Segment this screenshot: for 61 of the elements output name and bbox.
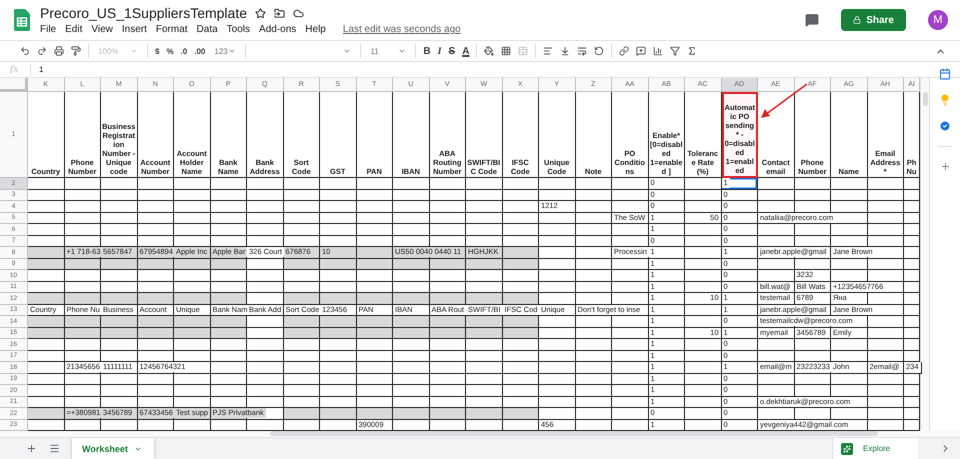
formula-label: fx [10,64,20,74]
paint-format-icon[interactable] [71,46,81,56]
menu-item[interactable]: Edit [65,24,82,35]
align-icon[interactable] [543,46,554,56]
decrease-decimal-button[interactable]: .0 [180,46,188,56]
folder-icon[interactable] [274,8,285,18]
font-size-dropdown[interactable]: 11 [368,43,408,59]
chart-icon[interactable] [653,46,664,56]
explore-button[interactable]: Explore [832,438,918,459]
calendar-icon[interactable] [939,68,951,80]
link-icon[interactable] [619,46,630,56]
caret-icon [130,47,138,55]
share-button[interactable]: Share [841,9,906,31]
scrollbar-thumb[interactable] [922,92,928,106]
percent-format-button[interactable]: % [166,46,174,56]
avatar[interactable]: M [928,10,948,30]
redo-icon[interactable] [37,46,47,56]
increase-decimal-button[interactable]: .00 [194,46,206,56]
wrap-text-icon[interactable] [577,46,588,56]
check-circle-icon[interactable] [939,120,951,132]
explore-icon [841,442,853,454]
scrollbar-thumb[interactable] [270,431,878,436]
add-comment-icon[interactable] [636,46,646,56]
number-format-dropdown[interactable]: 123 [212,43,238,59]
caret-icon [228,47,236,55]
text-color-button[interactable]: A [462,46,470,56]
comment-icon[interactable] [805,13,820,27]
menu-item[interactable]: View [91,24,113,35]
spreadsheet-logo-icon[interactable] [14,9,30,31]
text-rotation-icon[interactable] [594,46,604,56]
filter-icon[interactable] [670,46,680,56]
menu-item[interactable]: Help [305,24,326,35]
add-sheet-icon[interactable] [26,443,37,454]
strikethrough-button[interactable]: S [448,46,456,56]
last-edit-link[interactable]: Last edit was seconds ago [342,24,461,35]
merge-cells-icon[interactable] [518,46,528,56]
formula-input[interactable]: 1 [30,64,960,76]
bold-button[interactable]: B [423,46,431,56]
currency-format-button[interactable]: $ [155,46,160,56]
fill-color-icon[interactable] [484,46,494,56]
star-icon[interactable] [255,8,266,18]
menu-item[interactable]: Add-ons [259,24,296,35]
add-icon[interactable] [940,161,950,172]
menu-item[interactable]: Format [156,24,188,35]
menu-item[interactable]: File [40,24,56,35]
cloud-icon[interactable] [293,8,304,18]
italic-button[interactable]: I [438,46,442,56]
caret-icon [398,47,406,55]
menu-item[interactable]: Data [196,24,218,35]
vertical-align-icon[interactable] [560,46,570,56]
undo-icon[interactable] [20,46,30,56]
menu-item[interactable]: Tools [226,24,250,35]
sheet-list-icon[interactable] [49,443,60,454]
document-title[interactable]: Precoro_US_1SuppliersTemplate [40,5,247,21]
borders-icon[interactable] [501,46,512,56]
sheet-tab[interactable]: Worksheet [72,438,154,459]
menu-item[interactable]: Insert [122,24,147,35]
sum-icon[interactable] [687,46,698,56]
caret-icon [343,47,352,55]
lock-icon [853,16,862,24]
print-icon[interactable] [54,46,64,56]
